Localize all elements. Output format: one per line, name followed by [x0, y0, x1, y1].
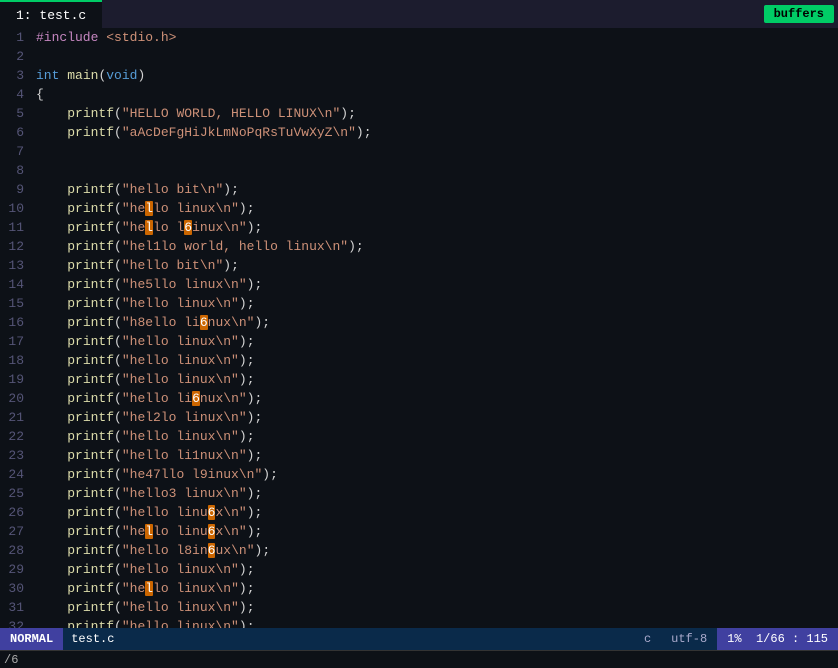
table-row: 5 printf("HELLO WORLD, HELLO LINUX\n"); — [0, 104, 838, 123]
table-row: 12 printf("hel1lo world, hello linux\n")… — [0, 237, 838, 256]
status-bar: NORMAL test.c c utf-8 1% 1/66 : 115 — [0, 628, 838, 650]
table-row: 6 printf("aAcDeFgHiJkLmNoPqRsTuVwXyZ\n")… — [0, 123, 838, 142]
table-row: 23 printf("hello li1nux\n"); — [0, 446, 838, 465]
table-row: 29 printf("hello linux\n"); — [0, 560, 838, 579]
status-position: 1% 1/66 : 115 — [717, 628, 838, 650]
table-row: 27 printf("hello linu6x\n"); — [0, 522, 838, 541]
buffers-badge[interactable]: buffers — [764, 5, 834, 23]
table-row: 11 printf("hello l6inux\n"); — [0, 218, 838, 237]
table-row: 8 — [0, 161, 838, 180]
table-row: 15 printf("hello linux\n"); — [0, 294, 838, 313]
table-row: 17 printf("hello linux\n"); — [0, 332, 838, 351]
table-row: 18 printf("hello linux\n"); — [0, 351, 838, 370]
code-lines: 1 #include <stdio.h> 2 3 int main(void) … — [0, 28, 838, 628]
table-row: 30 printf("hello linux\n"); — [0, 579, 838, 598]
editor-container: 1: test.c buffers 1 #include <stdio.h> 2… — [0, 0, 838, 668]
table-row: 22 printf("hello linux\n"); — [0, 427, 838, 446]
command-text: /6 — [4, 653, 18, 667]
tab-label: 1: test.c — [16, 8, 86, 23]
table-row: 32 printf("hello linux\n"); — [0, 617, 838, 628]
table-row: 19 printf("hello linux\n"); — [0, 370, 838, 389]
table-row: 20 printf("hello li6nux\n"); — [0, 389, 838, 408]
table-row: 3 int main(void) — [0, 66, 838, 85]
table-row: 25 printf("hello3 linux\n"); — [0, 484, 838, 503]
table-row: 24 printf("he47llo l9inux\n"); — [0, 465, 838, 484]
table-row: 9 printf("hello bit\n"); — [0, 180, 838, 199]
table-row: 21 printf("hel2lo linux\n"); — [0, 408, 838, 427]
table-row: 26 printf("hello linu6x\n"); — [0, 503, 838, 522]
active-tab[interactable]: 1: test.c — [0, 0, 102, 28]
status-percent: 1% — [727, 632, 741, 646]
table-row: 4 { — [0, 85, 838, 104]
table-row: 16 printf("h8ello li6nux\n"); — [0, 313, 838, 332]
table-row: 31 printf("hello linux\n"); — [0, 598, 838, 617]
status-encoding: utf-8 — [661, 632, 717, 646]
tab-bar: 1: test.c buffers — [0, 0, 838, 28]
code-area[interactable]: 1 #include <stdio.h> 2 3 int main(void) … — [0, 28, 838, 628]
table-row: 10 printf("hello linux\n"); — [0, 199, 838, 218]
status-filename: test.c — [71, 632, 114, 646]
table-row: 28 printf("hello l8in6ux\n"); — [0, 541, 838, 560]
table-row: 14 printf("he5llo linux\n"); — [0, 275, 838, 294]
command-line: /6 — [0, 650, 838, 668]
table-row: 2 — [0, 47, 838, 66]
status-column: 115 — [806, 632, 828, 646]
status-filetype: c — [634, 632, 661, 646]
table-row: 13 printf("hello bit\n"); — [0, 256, 838, 275]
vim-mode: NORMAL — [0, 628, 63, 650]
status-line-col: 1/66 — [756, 632, 785, 646]
table-row: 1 #include <stdio.h> — [0, 28, 838, 47]
table-row: 7 — [0, 142, 838, 161]
